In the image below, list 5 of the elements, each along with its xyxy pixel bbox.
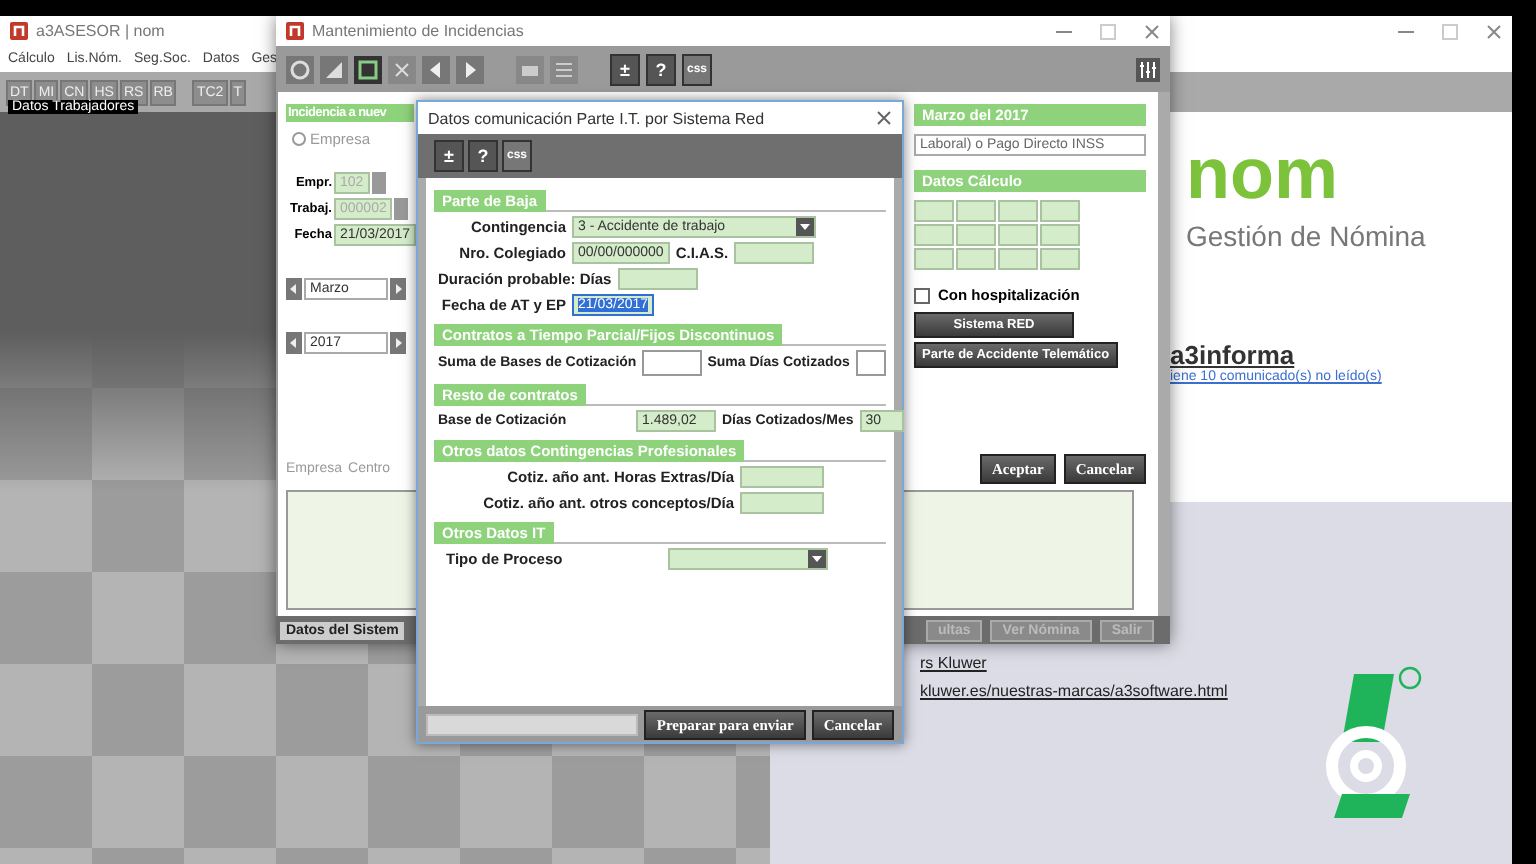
window-title: Datos comunicación Parte I.T. por Sistema Red xyxy=(428,109,765,127)
window-title: a3ASESOR | nom xyxy=(36,22,165,40)
subtitle: Gestión de Nómina xyxy=(1186,220,1428,252)
logo-text: nom xyxy=(1186,136,1340,212)
window-title: Mantenimiento de Incidencias xyxy=(312,22,524,40)
